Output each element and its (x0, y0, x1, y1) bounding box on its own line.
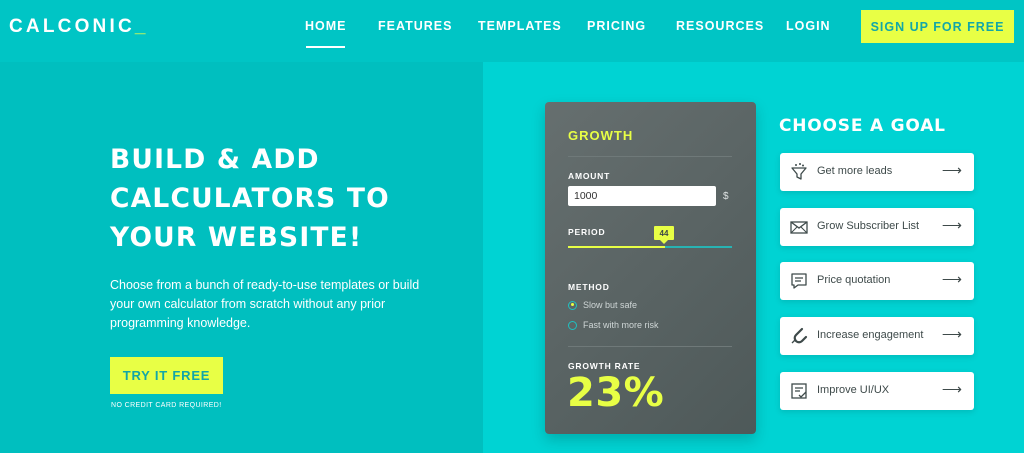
hero-title-line: CALCULATORS TO (110, 183, 390, 214)
goal-price-quotation[interactable]: Price quotation ⟶ (780, 262, 974, 300)
no-credit-card-note: NO CREDIT CARD REQUIRED! (111, 402, 222, 409)
goal-label: Increase engagement (817, 329, 924, 341)
quote-icon (791, 273, 807, 289)
slider-thumb-pointer (660, 240, 668, 244)
growth-rate-value: 23% (567, 370, 665, 416)
checklist-icon (791, 383, 807, 399)
hero-title-line: BUILD & ADD (110, 144, 320, 175)
goal-improve-ui-ux[interactable]: Improve UI/UX ⟶ (780, 372, 974, 410)
amount-input[interactable] (568, 186, 716, 206)
site-header: CALCONIC_ HOME FEATURES TEMPLATES PRICIN… (0, 0, 1024, 62)
arrow-right-icon: ⟶ (941, 271, 962, 287)
goal-label: Price quotation (817, 274, 891, 286)
goal-grow-subscriber-list[interactable]: Grow Subscriber List ⟶ (780, 208, 974, 246)
signup-button[interactable]: SIGN UP FOR FREE (861, 10, 1014, 43)
nav-login[interactable]: LOGIN (786, 19, 831, 33)
nav-features[interactable]: FEATURES (378, 19, 452, 33)
try-it-free-button[interactable]: TRY IT FREE (110, 357, 223, 394)
arrow-right-icon: ⟶ (941, 381, 962, 397)
envelope-icon (790, 221, 808, 234)
radio-unchecked[interactable] (568, 320, 577, 330)
period-slider-fill[interactable] (568, 246, 665, 248)
method-option-slow[interactable]: Slow but safe (568, 300, 637, 310)
hero-title-line: YOUR WEBSITE! (110, 222, 363, 253)
arrow-right-icon: ⟶ (941, 217, 962, 233)
logo-cursor: _ (134, 16, 149, 37)
growth-calculator-card: GROWTH AMOUNT $ PERIOD 44 METHOD Slow bu… (545, 102, 756, 434)
arrow-right-icon: ⟶ (941, 162, 962, 178)
goal-label: Get more leads (817, 165, 893, 177)
logo-text: CALCONIC (9, 16, 135, 37)
calculator-title: GROWTH (568, 128, 634, 143)
period-label: PERIOD (568, 227, 606, 237)
goal-label: Grow Subscriber List (817, 220, 920, 232)
period-slider-thumb[interactable]: 44 (654, 226, 674, 240)
goal-increase-engagement[interactable]: Increase engagement ⟶ (780, 317, 974, 355)
divider (568, 346, 732, 347)
radio-label: Slow but safe (583, 300, 638, 310)
hero-description: Choose from a bunch of ready-to-use temp… (110, 278, 420, 330)
nav-active-underline (306, 46, 345, 48)
funnel-icon (791, 163, 807, 180)
goal-get-more-leads[interactable]: Get more leads ⟶ (780, 153, 974, 191)
goals-title: CHOOSE A GOAL (779, 116, 946, 136)
hero-left-background (0, 62, 483, 453)
period-slider-track[interactable] (665, 246, 732, 248)
arrow-right-icon: ⟶ (941, 326, 962, 342)
nav-home[interactable]: HOME (305, 19, 347, 33)
method-option-fast[interactable]: Fast with more risk (568, 320, 659, 330)
divider (568, 156, 732, 157)
hero-title: BUILD & ADD CALCULATORS TO YOUR WEBSITE! (110, 140, 450, 257)
nav-resources[interactable]: RESOURCES (676, 19, 764, 33)
radio-checked[interactable] (568, 300, 577, 310)
radio-label: Fast with more risk (583, 320, 659, 330)
magnet-icon (791, 327, 808, 344)
logo[interactable]: CALCONIC_ (9, 16, 149, 38)
currency-symbol: $ (723, 191, 729, 202)
amount-label: AMOUNT (568, 171, 611, 181)
nav-templates[interactable]: TEMPLATES (478, 19, 562, 33)
method-label: METHOD (568, 282, 610, 292)
nav-pricing[interactable]: PRICING (587, 19, 646, 33)
goal-label: Improve UI/UX (817, 384, 890, 396)
